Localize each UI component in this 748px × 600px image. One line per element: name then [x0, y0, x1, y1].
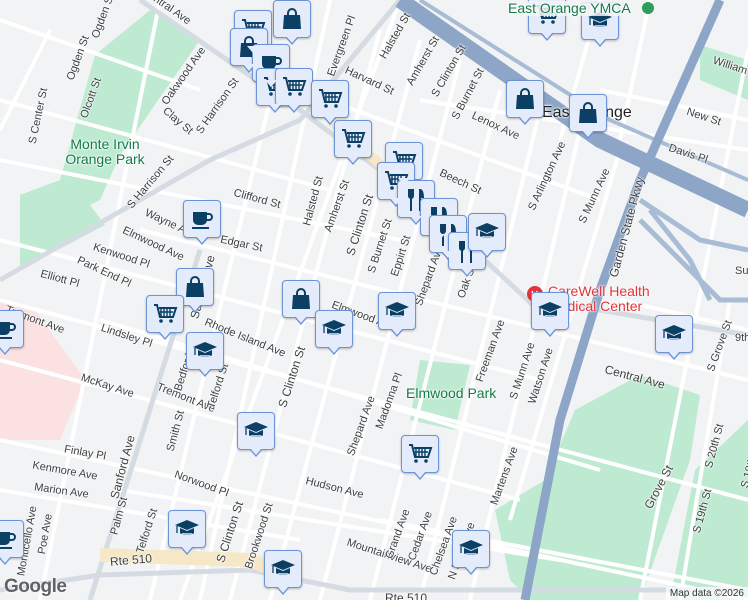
shopping-marker[interactable]	[506, 80, 544, 125]
graduation-cap-icon	[537, 298, 563, 324]
school-marker[interactable]	[655, 315, 693, 360]
graduation-cap-icon	[458, 536, 484, 562]
school-marker[interactable]	[237, 412, 275, 457]
shopping-bag-icon	[182, 274, 208, 300]
park-label: Monte Irvin Orange Park	[65, 136, 145, 167]
graduation-cap-icon	[270, 556, 296, 582]
coffee-cup-icon	[189, 206, 215, 232]
graduation-cap-icon	[243, 418, 269, 444]
map-canvas[interactable]: H Monte Irvin Orange Park Elmwood Park E…	[0, 0, 748, 600]
school-marker[interactable]	[378, 292, 416, 337]
grocery-marker[interactable]	[146, 295, 184, 340]
shopping-bag-icon	[288, 286, 314, 312]
grocery-cart-icon	[281, 74, 307, 100]
graduation-cap-icon	[661, 321, 687, 347]
grocery-marker[interactable]	[311, 80, 349, 125]
grocery-marker[interactable]	[401, 435, 439, 480]
school-marker[interactable]	[168, 510, 206, 555]
grocery-marker[interactable]	[334, 120, 372, 165]
shopping-marker[interactable]	[273, 0, 311, 45]
school-marker[interactable]	[264, 550, 302, 595]
coffee-cup-icon	[0, 316, 18, 342]
grocery-cart-icon	[407, 441, 433, 467]
grocery-cart-icon	[152, 301, 178, 327]
street-label: Su	[735, 265, 748, 277]
street-label: Rte 510	[385, 591, 428, 600]
street-label: 9th	[735, 332, 748, 344]
graduation-cap-icon	[174, 516, 200, 542]
school-marker[interactable]	[186, 332, 224, 377]
map-attribution[interactable]: Map data ©2026	[665, 587, 748, 600]
poi-ymca-label[interactable]: East Orange YMCA	[506, 1, 633, 16]
cafe-marker[interactable]	[0, 310, 24, 355]
graduation-cap-icon	[192, 338, 218, 364]
grocery-cart-icon	[317, 86, 343, 112]
shopping-bag-icon	[575, 100, 601, 126]
shopping-bag-icon	[279, 6, 305, 32]
grocery-cart-icon	[340, 126, 366, 152]
graduation-cap-icon	[321, 316, 347, 342]
graduation-cap-icon	[474, 219, 500, 245]
school-marker[interactable]	[531, 292, 569, 337]
cafe-marker[interactable]	[183, 200, 221, 245]
google-logo: Google	[4, 576, 67, 597]
grocery-marker[interactable]	[275, 68, 313, 113]
graduation-cap-icon	[384, 298, 410, 324]
park-label: Elmwood Park	[406, 385, 497, 401]
school-marker[interactable]	[468, 213, 506, 258]
cafe-marker[interactable]	[0, 520, 24, 565]
school-marker[interactable]	[315, 310, 353, 355]
school-marker[interactable]	[452, 530, 490, 575]
shopping-marker[interactable]	[569, 94, 607, 139]
shopping-bag-icon	[512, 86, 538, 112]
coffee-cup-icon	[0, 526, 18, 552]
